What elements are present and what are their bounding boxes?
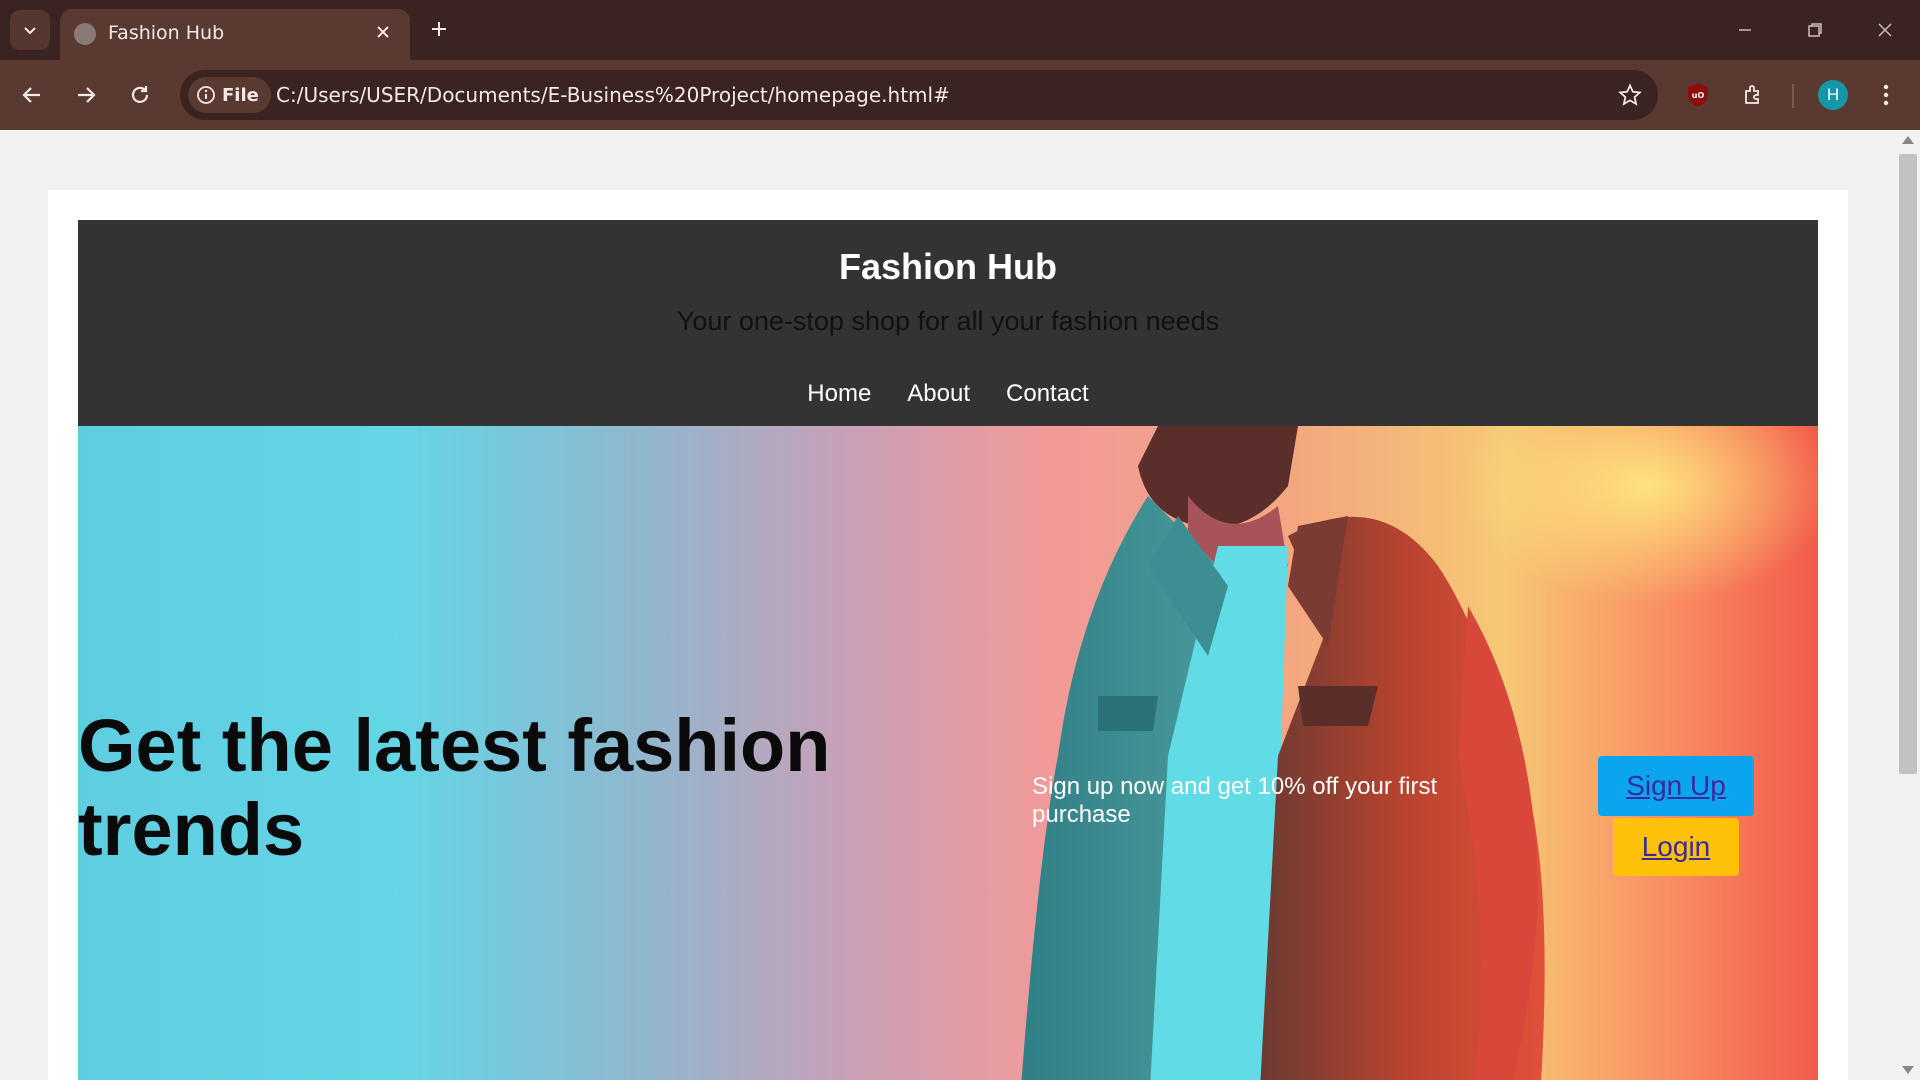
ublock-extension-button[interactable]: uO	[1680, 77, 1716, 113]
hero-offer-text: Sign up now and get 10% off your first p…	[1032, 773, 1438, 828]
extensions-button[interactable]	[1736, 77, 1772, 113]
shield-icon: uO	[1688, 83, 1708, 107]
signup-button[interactable]: Sign Up	[1598, 756, 1754, 816]
page-viewport: Fashion Hub Your one-stop shop for all y…	[0, 130, 1896, 1080]
bookmark-button[interactable]	[1616, 81, 1644, 109]
page-scrollbar[interactable]	[1896, 130, 1920, 1080]
profile-avatar[interactable]: H	[1818, 80, 1848, 110]
scroll-thumb[interactable]	[1899, 154, 1917, 774]
tab-search-button[interactable]	[10, 10, 50, 50]
minimize-icon	[1739, 29, 1751, 31]
nav-link-about[interactable]: About	[907, 380, 970, 408]
site-tagline: Your one-stop shop for all your fashion …	[676, 306, 1220, 336]
globe-icon	[74, 23, 96, 45]
site-nav: Home About Contact	[78, 380, 1818, 408]
hero-banner: Get the latest fashion trends Sign up no…	[78, 426, 1818, 1080]
tab-strip: Fashion Hub	[0, 0, 1920, 60]
back-button[interactable]	[14, 77, 50, 113]
address-bar[interactable]: File C:/Users/USER/Documents/E-Business%…	[180, 70, 1658, 120]
minimize-button[interactable]	[1710, 0, 1780, 60]
close-window-button[interactable]	[1850, 0, 1920, 60]
plus-icon	[432, 22, 446, 36]
arrow-left-icon	[22, 87, 40, 103]
browser-toolbar: File C:/Users/USER/Documents/E-Business%…	[0, 60, 1920, 130]
close-tab-button[interactable]	[370, 19, 396, 45]
chevron-down-icon	[24, 27, 36, 35]
site-info-button[interactable]: File	[188, 77, 271, 113]
star-icon	[1618, 83, 1642, 106]
svg-text:uO: uO	[1692, 91, 1705, 100]
page-container: Fashion Hub Your one-stop shop for all y…	[48, 190, 1848, 1080]
browser-tab[interactable]: Fashion Hub	[60, 9, 410, 60]
login-button[interactable]: Login	[1613, 818, 1739, 876]
new-tab-button[interactable]	[424, 14, 454, 44]
nav-link-home[interactable]: Home	[807, 380, 871, 408]
nav-link-contact[interactable]: Contact	[1006, 380, 1089, 408]
close-icon	[377, 26, 389, 38]
hero-heading: Get the latest fashion trends	[78, 704, 831, 871]
scroll-up-arrow-icon[interactable]	[1902, 136, 1914, 144]
scroll-down-arrow-icon[interactable]	[1902, 1066, 1914, 1074]
restore-icon	[1808, 23, 1822, 37]
close-icon	[1878, 23, 1892, 37]
puzzle-icon	[1745, 85, 1759, 104]
tab-title: Fashion Hub	[108, 22, 225, 44]
hero-model-image	[1021, 426, 1545, 1080]
file-chip-label: File	[222, 84, 259, 106]
site-header: Fashion Hub Your one-stop shop for all y…	[78, 220, 1818, 426]
more-vertical-icon	[1883, 84, 1889, 106]
forward-button[interactable]	[68, 77, 104, 113]
url-text[interactable]: C:/Users/USER/Documents/E-Business%20Pro…	[276, 83, 950, 107]
restore-button[interactable]	[1780, 0, 1850, 60]
reload-icon	[131, 86, 149, 103]
window-controls	[1710, 0, 1920, 60]
arrow-right-icon	[78, 87, 96, 103]
info-icon	[197, 86, 215, 104]
toolbar-divider	[1792, 84, 1794, 108]
reload-button[interactable]	[122, 77, 158, 113]
menu-button[interactable]	[1868, 77, 1904, 113]
site-title: Fashion Hub	[839, 246, 1057, 287]
